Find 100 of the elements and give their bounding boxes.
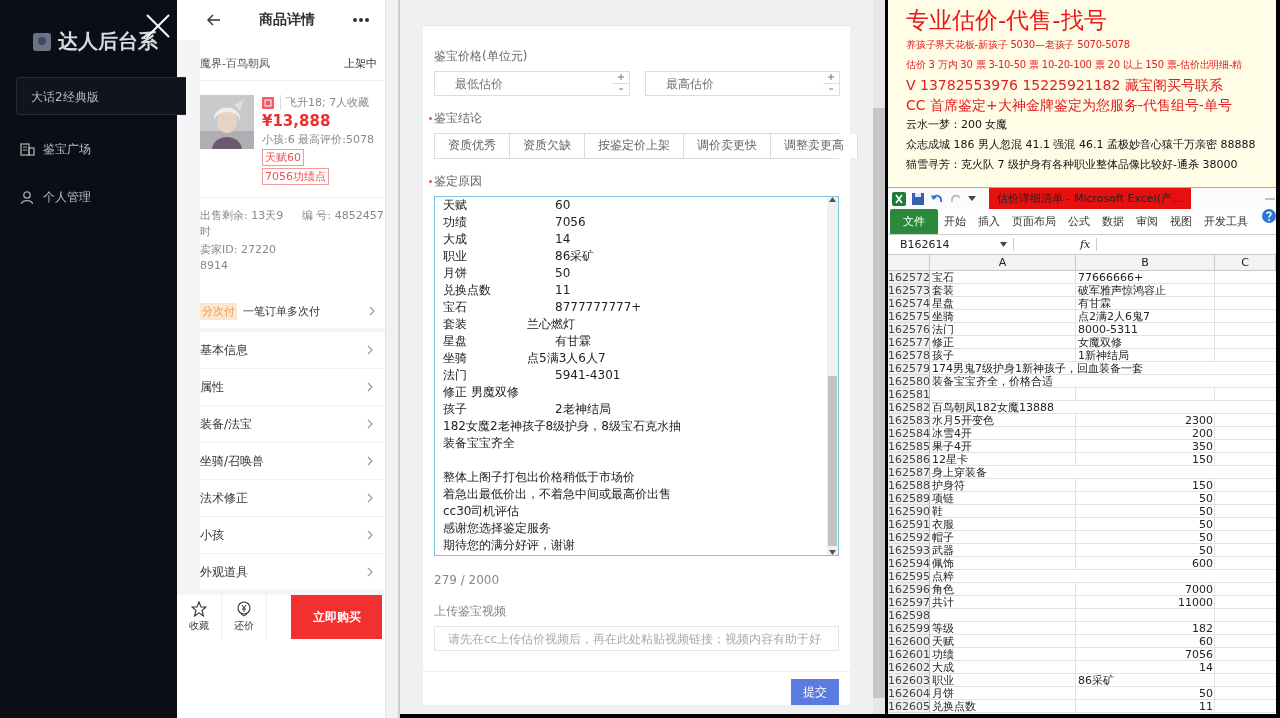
row-header[interactable]: 162578: [888, 349, 930, 362]
table-cell-text: 星盘: [931, 297, 955, 309]
row-header[interactable]: 162598: [888, 609, 930, 622]
menu-item[interactable]: 法术修正: [200, 489, 248, 507]
row-header[interactable]: 162595: [888, 570, 930, 583]
row-header[interactable]: 162594: [888, 557, 930, 570]
row-header[interactable]: 162572: [888, 271, 930, 284]
table-cell-text: 水月5开变色: [931, 414, 995, 426]
ribbon-tab[interactable]: 审阅: [1130, 209, 1164, 234]
action-button[interactable]: 收藏: [177, 595, 222, 639]
row-header[interactable]: 162585: [888, 440, 930, 453]
seller-id: 卖家ID: 272208914: [200, 242, 277, 274]
table-cell-text: 11000: [1177, 596, 1214, 608]
row-header[interactable]: 162587: [888, 466, 930, 479]
table-cell-text: 果子4开: [931, 440, 973, 452]
table-cell-text: 鞋: [931, 505, 944, 517]
table-cell-text: 50: [1198, 531, 1214, 543]
field-label: 鉴宝结论: [434, 110, 482, 127]
row-header[interactable]: 162575: [888, 310, 930, 323]
buy-button[interactable]: 立即购买: [291, 595, 382, 639]
table-cell-text: 11: [1198, 700, 1214, 712]
row-header[interactable]: 162580: [888, 375, 930, 388]
column-header[interactable]: B: [1076, 255, 1215, 271]
time-remaining: 出售剩余: 13天9时: [200, 208, 285, 240]
menu-item[interactable]: 属性: [200, 378, 224, 396]
ribbon-tab[interactable]: 公式: [1062, 209, 1096, 234]
ribbon-tab[interactable]: 开发工具: [1198, 209, 1254, 234]
file-tab[interactable]: 文件: [890, 209, 938, 234]
row-header[interactable]: 162605: [888, 700, 930, 713]
field-label: 上传鉴宝视频: [434, 603, 507, 621]
table-cell-text: 修正: [931, 336, 955, 348]
ribbon-tab[interactable]: 开始: [938, 209, 972, 234]
row-header[interactable]: 162584: [888, 427, 930, 440]
game-select[interactable]: 大话2经典版: [16, 77, 186, 115]
menu-item[interactable]: 坐骑/召唤兽: [200, 452, 265, 470]
row-header[interactable]: 162573: [888, 284, 930, 297]
row-header[interactable]: 162581: [888, 388, 930, 401]
menu-item[interactable]: 外观道具: [200, 563, 248, 581]
ribbon-tab[interactable]: 页面布局: [1006, 209, 1062, 234]
table-cell-text: 共计: [931, 596, 955, 608]
row-header[interactable]: 162577: [888, 336, 930, 349]
row-header[interactable]: 162582: [888, 401, 930, 414]
item-tag: 天赋60: [262, 149, 304, 166]
table-cell-text: 14: [1198, 661, 1214, 673]
row-header[interactable]: 162599: [888, 622, 930, 635]
table-cell-text: 帽子: [931, 531, 955, 543]
listing-status: 上架中: [344, 55, 378, 71]
row-header[interactable]: 162603: [888, 674, 930, 687]
table-cell-text: 兑换点数: [931, 700, 977, 712]
column-header[interactable]: A: [930, 255, 1076, 271]
table-cell-text: 点2满2人6鬼7: [1077, 310, 1151, 322]
table-cell-text: 182: [1191, 622, 1214, 634]
row-header[interactable]: 162601: [888, 648, 930, 661]
ribbon-tab[interactable]: 数据: [1096, 209, 1130, 234]
column-header[interactable]: C: [1215, 255, 1276, 271]
ribbon-tab[interactable]: 视图: [1164, 209, 1198, 234]
table-cell-text: 2300: [1184, 414, 1214, 426]
row-header[interactable]: 162604: [888, 687, 930, 700]
table-cell-text: 200: [1191, 427, 1214, 439]
row-header[interactable]: 162590: [888, 505, 930, 518]
row-header[interactable]: 162574: [888, 297, 930, 310]
row-header[interactable]: 162602: [888, 661, 930, 674]
row-header[interactable]: 162579: [888, 362, 930, 375]
row-header[interactable]: 162588: [888, 479, 930, 492]
row-header[interactable]: 162586: [888, 453, 930, 466]
document-line: 猫雪寻芳：克火队 7 级护身有各种职业整体品像比较好-通杀 38000: [906, 157, 1239, 173]
table-cell-text: 8000-5311: [1077, 323, 1139, 335]
server-name: 魔界-百鸟朝凤: [200, 55, 270, 71]
row-header[interactable]: 162591: [888, 518, 930, 531]
table-cell-text: 武器: [931, 544, 955, 556]
table-cell-text: 50: [1198, 687, 1214, 699]
ribbon-tab[interactable]: 插入: [972, 209, 1006, 234]
price-field[interactable]: 最低估价: [434, 71, 630, 96]
table-cell-text: 坐骑: [931, 310, 955, 322]
table-cell-text: 宝石: [931, 271, 955, 283]
row-header[interactable]: 162600: [888, 635, 930, 648]
row-header[interactable]: 162596: [888, 583, 930, 596]
row-header[interactable]: 162592: [888, 531, 930, 544]
document-line: CC 首席鉴定+大神金牌鉴定为您服务-代售组号-单号: [906, 96, 1233, 115]
table-cell-text: 佩饰: [931, 557, 955, 569]
submit-button[interactable]: 提交: [791, 679, 839, 705]
row-header[interactable]: 162593: [888, 544, 930, 557]
row-header[interactable]: 162576: [888, 323, 930, 336]
sidebar-item[interactable]: 个人管理: [43, 189, 91, 206]
page-title: 商品详情: [259, 11, 315, 29]
table-cell-text: 角色: [931, 583, 955, 595]
price-field[interactable]: 最高估价: [644, 71, 840, 96]
installment-text: 一笔订单多次付: [243, 303, 320, 319]
name-box[interactable]: B162614: [888, 238, 1014, 251]
menu-item[interactable]: 装备/法宝: [200, 415, 253, 433]
menu-item[interactable]: 小孩: [200, 526, 224, 544]
sidebar-item[interactable]: 鉴宝广场: [43, 141, 91, 158]
video-link-field[interactable]: 请先在cc上传估价视频后，再在此处粘贴视频链接；视频内容有助于好: [434, 626, 839, 651]
row-header[interactable]: 162583: [888, 414, 930, 427]
cell-reference: B162614: [900, 238, 950, 251]
row-header[interactable]: 162597: [888, 596, 930, 609]
row-header[interactable]: 162589: [888, 492, 930, 505]
table-cell-text: 12星卡: [931, 453, 969, 465]
action-button[interactable]: 还价: [222, 595, 267, 639]
menu-item[interactable]: 基本信息: [200, 341, 248, 359]
